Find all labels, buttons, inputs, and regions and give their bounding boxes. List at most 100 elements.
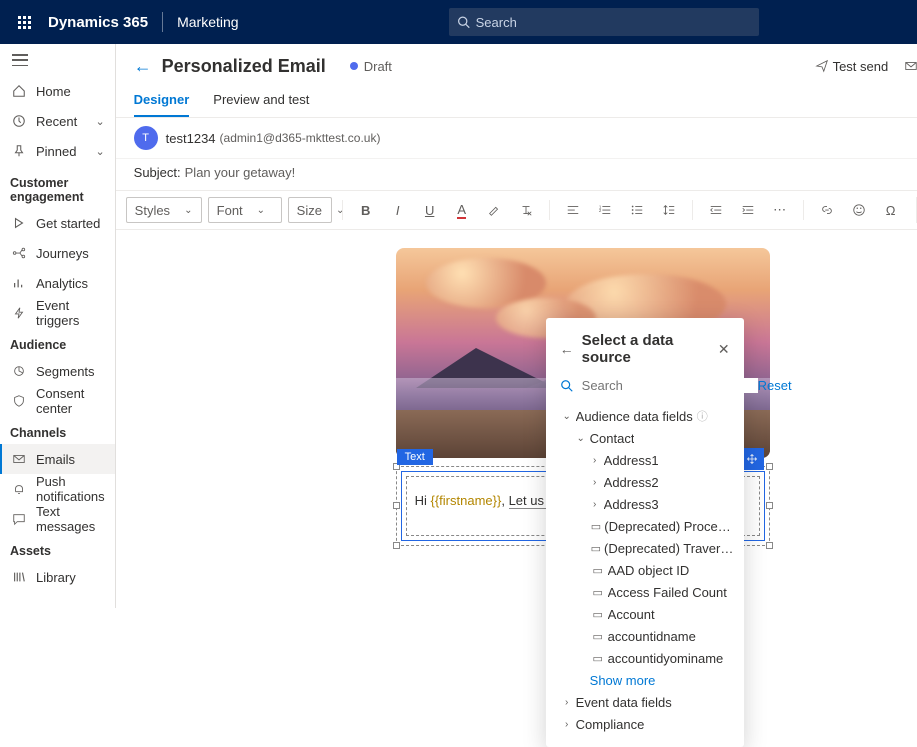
align-left-button[interactable] (560, 197, 586, 223)
tree-field[interactable]: ▭(Deprecated) Traversed Path (560, 537, 734, 559)
text-field-icon: ▭ (590, 630, 606, 643)
svg-text:2: 2 (599, 208, 602, 213)
sidebar-item-analytics[interactable]: Analytics (0, 268, 115, 298)
pin-icon (10, 144, 28, 158)
clear-format-button[interactable] (513, 197, 539, 223)
check-content-button[interactable]: Check content (904, 59, 917, 74)
sidebar-item-emails[interactable]: Emails (0, 444, 115, 474)
back-icon[interactable]: ← (134, 56, 152, 77)
tree-field[interactable]: ▭(Deprecated) Process Stage (560, 515, 734, 537)
size-dropdown[interactable]: Size⌄ (288, 197, 332, 223)
global-search[interactable] (449, 8, 759, 36)
chevron-down-icon: ⌄ (574, 433, 588, 444)
tree-group-audience[interactable]: ⌄Audience data fieldsⓘ (560, 405, 734, 427)
indent-increase-button[interactable] (735, 197, 761, 223)
text-line1-pre: Hi (415, 493, 431, 508)
special-char-button[interactable]: Ω (878, 197, 904, 223)
italic-button[interactable]: I (385, 197, 411, 223)
chart-icon (10, 276, 28, 290)
popup-search-input[interactable] (582, 378, 758, 393)
line-height-button[interactable] (656, 197, 682, 223)
status-dot (350, 62, 358, 70)
popup-back-icon[interactable]: ← (560, 341, 574, 357)
library-icon (10, 570, 28, 584)
email-canvas[interactable]: Text Hi {{firstname}}, Let us help you p… (116, 230, 917, 608)
search-input[interactable] (476, 15, 751, 30)
nav-group-assets: Assets (0, 534, 115, 562)
shield-icon (10, 394, 28, 408)
tab-designer[interactable]: Designer (134, 88, 190, 117)
send-icon (815, 59, 829, 73)
show-more-link[interactable]: Show more (560, 669, 734, 691)
chevron-down-icon: ⌄ (560, 411, 574, 422)
app-name[interactable]: Marketing (177, 14, 238, 30)
text-field-icon: ▭ (590, 586, 606, 599)
tree-group-event-data[interactable]: ›Event data fields (560, 691, 734, 713)
app-launcher-icon[interactable] (8, 6, 40, 38)
highlight-button[interactable] (481, 197, 507, 223)
main-area: ← Personalized Email Draft Test send Che… (116, 44, 917, 608)
popup-title: Select a data source (582, 332, 718, 366)
reset-link[interactable]: Reset (758, 378, 792, 393)
font-color-button[interactable]: A (449, 197, 475, 223)
segment-icon (10, 364, 28, 378)
underline-button[interactable]: U (417, 197, 443, 223)
sidebar-item-pinned[interactable]: Pinned ⌄ (0, 136, 115, 166)
subject-label: Subject: (134, 165, 181, 180)
tree-field[interactable]: ▭Access Failed Count (560, 581, 734, 603)
page-header: ← Personalized Email Draft Test send Che… (116, 44, 917, 88)
sidebar-item-push-notifications[interactable]: Push notifications (0, 474, 115, 504)
sidebar-item-home[interactable]: Home (0, 76, 115, 106)
text-field-icon: ▭ (590, 652, 606, 665)
ordered-list-button[interactable]: 12 (592, 197, 618, 223)
link-button[interactable] (814, 197, 840, 223)
avatar: T (134, 126, 158, 150)
hamburger-icon[interactable] (12, 54, 28, 66)
tree-field[interactable]: ▭accountidname (560, 625, 734, 647)
emoji-button[interactable] (846, 197, 872, 223)
text-field-icon: ▭ (590, 608, 606, 621)
sidebar-item-event-triggers[interactable]: Event triggers (0, 298, 115, 328)
sidebar-item-segments[interactable]: Segments (0, 356, 115, 386)
sidebar-item-get-started[interactable]: Get started (0, 208, 115, 238)
nav-group-customer-engagement: Customer engagement (0, 166, 115, 208)
text-field-icon: ▭ (590, 520, 603, 533)
topbar: Dynamics 365 Marketing (0, 0, 917, 44)
brand-name: Dynamics 365 (48, 14, 148, 31)
tree-group-compliance[interactable]: ›Compliance (560, 713, 734, 735)
tree-node-address3[interactable]: ›Address3 (560, 493, 734, 515)
sidebar-item-library[interactable]: Library (0, 562, 115, 592)
font-dropdown[interactable]: Font⌄ (208, 197, 282, 223)
bullet-list-button[interactable] (624, 197, 650, 223)
tree-node-address1[interactable]: ›Address1 (560, 449, 734, 471)
text-line1-post: , (501, 493, 505, 508)
close-icon[interactable]: ✕ (718, 341, 730, 358)
sidebar-item-consent-center[interactable]: Consent center (0, 386, 115, 416)
more-button[interactable]: ⋯ (767, 197, 793, 223)
tree-field[interactable]: ▭accountidyominame (560, 647, 734, 669)
chevron-right-icon: › (560, 719, 574, 730)
from-row: T test1234 (admin1@d365-mkttest.co.uk) (116, 118, 917, 159)
sidebar-item-recent[interactable]: Recent ⌄ (0, 106, 115, 136)
tree-node-address2[interactable]: ›Address2 (560, 471, 734, 493)
chevron-down-icon: ⌄ (95, 115, 104, 128)
tree-field[interactable]: ▭AAD object ID (560, 559, 734, 581)
mail-icon (10, 452, 28, 466)
subject-row[interactable]: Subject: Plan your getaway! (116, 159, 917, 191)
bold-button[interactable]: B (353, 197, 379, 223)
test-send-button[interactable]: Test send (815, 59, 889, 74)
personalization-token[interactable]: {{firstname}} (430, 493, 501, 508)
format-toolbar: Styles⌄ Font⌄ Size⌄ B I U A 12 ⋯ Ω (116, 191, 917, 230)
tab-preview[interactable]: Preview and test (213, 88, 309, 117)
home-icon (10, 84, 28, 98)
sidebar: Home Recent ⌄ Pinned ⌄ Customer engageme… (0, 44, 116, 608)
info-icon[interactable]: ⓘ (697, 408, 708, 424)
indent-decrease-button[interactable] (703, 197, 729, 223)
sidebar-item-journeys[interactable]: Journeys (0, 238, 115, 268)
tree-field[interactable]: ▭Account (560, 603, 734, 625)
sidebar-item-text-messages[interactable]: Text messages (0, 504, 115, 534)
tree-node-contact[interactable]: ⌄Contact (560, 427, 734, 449)
subject-value: Plan your getaway! (185, 165, 296, 180)
styles-dropdown[interactable]: Styles⌄ (126, 197, 202, 223)
search-icon (457, 15, 470, 29)
